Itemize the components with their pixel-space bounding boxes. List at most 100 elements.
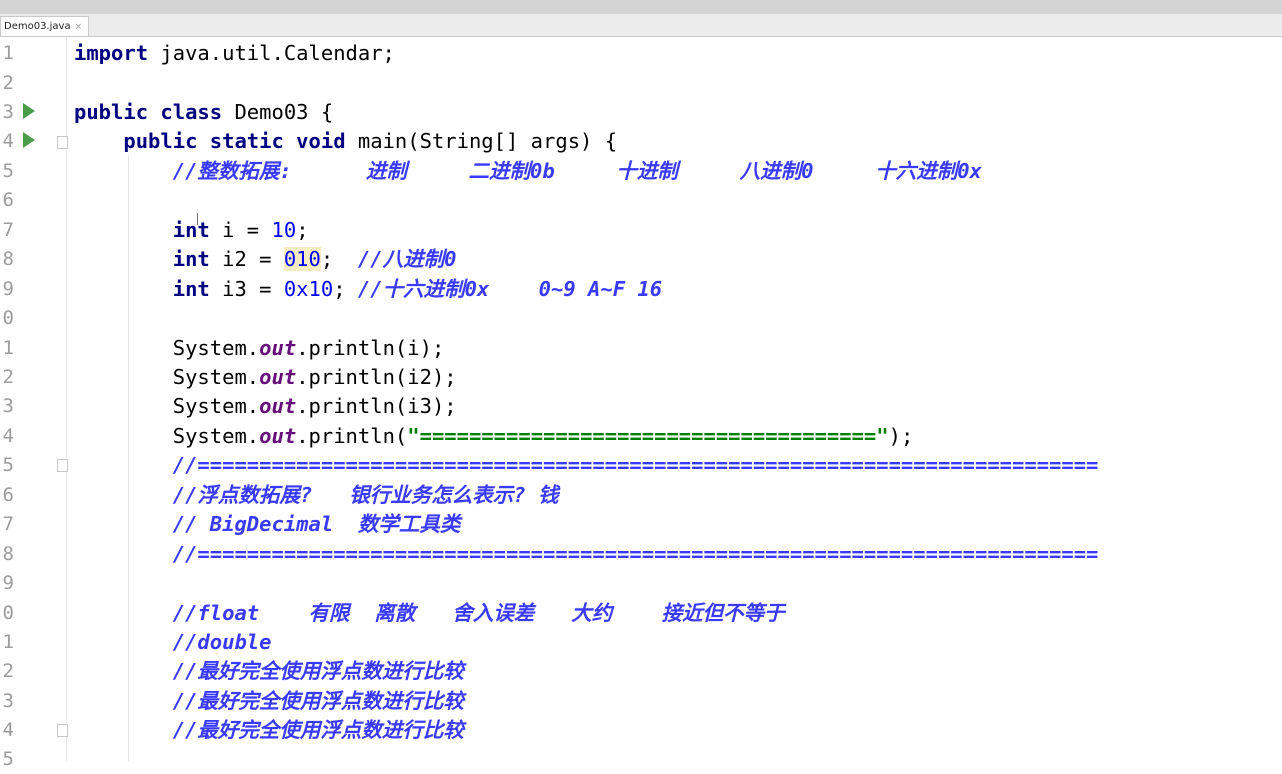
code-line-8: int i2 = 010; //八进制0 — [74, 244, 456, 274]
comment: //======================================… — [172, 542, 1099, 566]
line-number: 9 — [2, 278, 14, 300]
code-line-9: int i3 = 0x10; //十六进制0x 0~9 A~F 16 — [74, 274, 662, 304]
static-field: out — [259, 365, 297, 389]
comment: //十六进制0x 0~9 A~F 16 — [357, 277, 663, 301]
line-number: 3 — [2, 690, 14, 712]
line-number: 2 — [2, 366, 14, 388]
line-number: 3 — [2, 395, 14, 417]
number-literal: 10 — [271, 218, 297, 242]
code-line-1: import java.util.Calendar; — [74, 38, 395, 68]
editor-tab-strip: Demo03.java × — [0, 14, 1282, 37]
fold-marker-icon[interactable] — [57, 459, 68, 472]
tab-filename: Demo03.java — [4, 21, 71, 32]
code-text: i2 = — [209, 247, 284, 271]
code-text: ); — [888, 424, 914, 448]
code-line-16: //浮点数拓展? 银行业务怎么表示? 钱 — [74, 480, 559, 510]
code-line-11: System.out.println(i); — [74, 333, 445, 363]
code-text: java.util.Calendar; — [148, 41, 395, 65]
line-number: 0 — [2, 307, 14, 329]
code-text: ; — [320, 247, 358, 271]
comment: //整数拓展: 进制 二进制0b 十进制 八进制0 十六进制0x — [172, 159, 982, 183]
code-text: .println(i3); — [296, 394, 457, 418]
code-line-3: public class Demo03 { — [74, 97, 333, 127]
code-text: Demo03 { — [222, 100, 334, 124]
code-line-12: System.out.println(i2); — [74, 362, 457, 392]
string-literal: "=====================================" — [407, 424, 889, 448]
line-number: 6 — [2, 189, 14, 211]
code-line-21: //double — [74, 627, 272, 657]
code-line-4: public static void main(String[] args) { — [74, 126, 617, 156]
line-number-gutter: 1 2 3 4 5 6 7 8 9 0 1 2 3 4 5 6 7 8 9 0 … — [0, 37, 68, 770]
line-number: 5 — [2, 748, 14, 770]
line-number: 9 — [2, 572, 14, 594]
code-text: System. — [172, 424, 260, 448]
keyword: int — [172, 218, 210, 242]
line-number: 6 — [2, 484, 14, 506]
code-line-15: //======================================… — [74, 450, 1099, 480]
line-number: 2 — [2, 72, 14, 94]
keyword: public class — [74, 100, 223, 124]
comment: //八进制0 — [357, 247, 457, 271]
line-number: 3 — [2, 101, 14, 123]
comment: //double — [172, 630, 272, 654]
comment: //最好完全使用浮点数进行比较 — [172, 689, 464, 713]
code-text: i = — [209, 218, 272, 242]
code-line-20: //float 有限 离散 舍入误差 大约 接近但不等于 — [74, 598, 785, 628]
number-literal-highlighted: 010 — [283, 247, 321, 271]
code-editor[interactable]: 1 2 3 4 5 6 7 8 9 0 1 2 3 4 5 6 7 8 9 0 … — [0, 37, 1282, 770]
fold-marker-icon[interactable] — [57, 724, 68, 737]
code-line-23: //最好完全使用浮点数进行比较 — [74, 686, 464, 716]
line-number: 5 — [2, 160, 14, 182]
static-field: out — [259, 424, 297, 448]
code-text: System. — [172, 365, 260, 389]
comment: //最好完全使用浮点数进行比较 — [172, 718, 464, 742]
line-number: 4 — [2, 130, 14, 152]
code-text: ; — [296, 218, 309, 242]
line-number: 4 — [2, 719, 14, 741]
tab-demo03-java[interactable]: Demo03.java × — [0, 16, 90, 36]
text-caret — [197, 213, 198, 225]
code-text: main(String[] args) { — [345, 129, 618, 153]
code-text: .println( — [296, 424, 408, 448]
line-number: 7 — [2, 219, 14, 241]
comment: //======================================… — [172, 453, 1099, 477]
keyword: public static void — [123, 129, 346, 153]
code-text: i3 = — [209, 277, 284, 301]
code-text: .println(i); — [296, 336, 445, 360]
line-number: 7 — [2, 513, 14, 535]
code-line-13: System.out.println(i3); — [74, 391, 457, 421]
keyword: int — [172, 247, 210, 271]
comment: //最好完全使用浮点数进行比较 — [172, 659, 464, 683]
keyword: int — [172, 277, 210, 301]
line-number: 2 — [2, 660, 14, 682]
close-tab-icon[interactable]: × — [75, 22, 83, 32]
code-text: System. — [172, 394, 260, 418]
line-number: 4 — [2, 425, 14, 447]
code-text: System. — [172, 336, 260, 360]
code-text: .println(i2); — [296, 365, 457, 389]
comment: //float 有限 离散 舍入误差 大约 接近但不等于 — [172, 601, 785, 625]
line-number: 1 — [2, 631, 14, 653]
comment: //浮点数拓展? 银行业务怎么表示? 钱 — [172, 483, 559, 507]
code-text: ; — [333, 277, 358, 301]
line-number: 1 — [2, 337, 14, 359]
fold-marker-icon[interactable] — [57, 136, 68, 149]
run-gutter-icon[interactable] — [23, 132, 35, 148]
static-field: out — [259, 394, 297, 418]
comment: // BigDecimal 数学工具类 — [172, 512, 461, 536]
run-gutter-icon[interactable] — [23, 103, 35, 119]
